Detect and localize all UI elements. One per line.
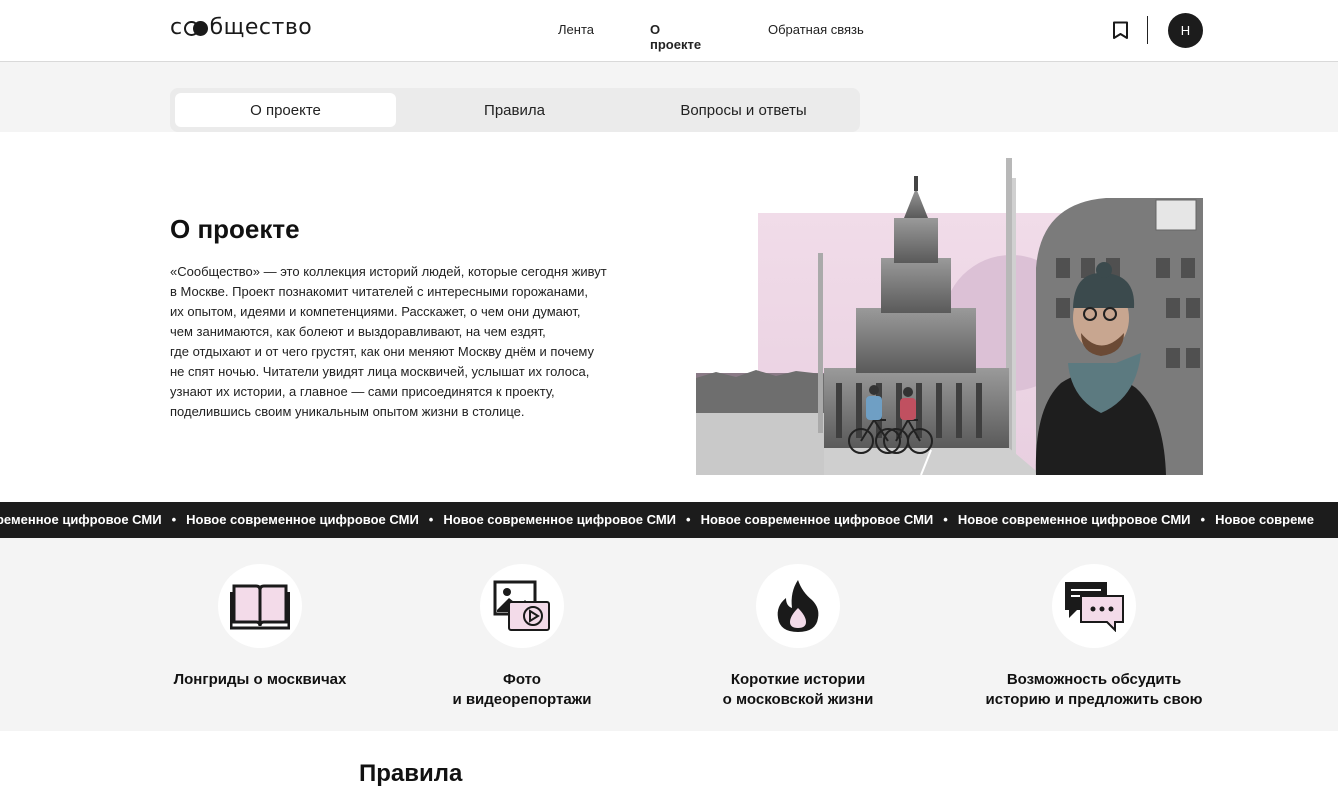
- feature-label-line: и видеорепортажи: [452, 691, 592, 708]
- logo-rings-icon: [183, 18, 210, 38]
- feature-label-line: о московской жизни: [722, 691, 874, 708]
- header-divider: [1147, 16, 1148, 44]
- book-icon: [230, 584, 290, 630]
- feature-label: Короткие истории о московской жизни: [668, 670, 928, 710]
- about-line: узнают их истории, а главное — сами прис…: [170, 384, 555, 399]
- chat-icon: [1065, 582, 1124, 632]
- feature-icon-circle: [480, 564, 564, 648]
- news-ticker: временное цифровое СМИ • Новое современное…: [0, 502, 1338, 538]
- ticker-item: Новое современное цифровое СМИ: [700, 512, 934, 527]
- ticker-separator: •: [943, 512, 948, 527]
- feature-label: Фото и видеорепортажи: [392, 670, 652, 710]
- tab-about[interactable]: О проекте: [175, 93, 396, 127]
- ticker-item: временное цифровое СМИ: [0, 512, 162, 527]
- about-line: чем занимаются, как болеют и выздоравлив…: [170, 324, 546, 339]
- about-title: О проекте: [170, 214, 300, 244]
- feature-label-line: историю и предложить свою: [985, 691, 1203, 708]
- about-line: поделившись своим уникальным опытом жизн…: [170, 404, 525, 419]
- ticker-item: Новое совреме: [1215, 512, 1315, 527]
- logo-prefix: с: [170, 15, 183, 40]
- feature-label: Лонгриды о москвичах: [130, 670, 390, 690]
- ticker-separator: •: [171, 512, 177, 527]
- feature-icon-circle: [1052, 564, 1136, 648]
- feature-icon-circle: [756, 564, 840, 648]
- feature-label-line: Фото: [503, 671, 541, 688]
- tab-rules[interactable]: Правила: [404, 93, 625, 127]
- about-line: их опытом, идеями и компетенциями. Расск…: [170, 304, 581, 319]
- nav-about[interactable]: О проекте: [650, 22, 701, 52]
- feature-short-stories: Короткие истории о московской жизни: [668, 564, 928, 710]
- ticker-separator: •: [686, 512, 691, 527]
- feature-icon-circle: [218, 564, 302, 648]
- feature-label-line: Лонгриды о москвичах: [173, 671, 347, 688]
- features-section: Лонгриды о москвичах Фото и видеорепорта…: [0, 538, 1338, 731]
- about-line: где отдыхают и от чего грустят, как они …: [170, 344, 595, 359]
- feature-longreads: Лонгриды о москвичах: [130, 564, 390, 690]
- about-line: «Сообщество» — это коллекция историй люд…: [170, 264, 607, 279]
- feature-label: Возможность обсудить историю и предложит…: [964, 670, 1224, 710]
- site-logo[interactable]: с бщество: [170, 15, 312, 40]
- ticker-separator: •: [428, 512, 434, 527]
- photo-video-icon: [493, 580, 550, 631]
- about-text: «Сообщество» — это коллекция историй люд…: [170, 262, 650, 422]
- feature-label-line: Короткие истории: [730, 671, 866, 688]
- about-line: не спят ночью. Читатели увидят лица моск…: [170, 364, 590, 379]
- about-line: в Москве. Проект познакомит читателей с …: [170, 284, 588, 299]
- feature-photo-video: Фото и видеорепортажи: [392, 564, 652, 710]
- section-tabs: О проекте Правила Вопросы и ответы: [170, 88, 860, 132]
- ticker-item: Новое современное цифровое СМИ: [443, 512, 677, 527]
- ticker-item: Новое современное цифровое СМИ: [186, 512, 419, 527]
- user-avatar[interactable]: Н: [1168, 13, 1203, 48]
- fire-icon: [777, 580, 819, 632]
- ticker-track: временное цифровое СМИ • Новое современное…: [0, 512, 1314, 527]
- ticker-item: Новое современное цифровое СМИ: [957, 512, 1191, 527]
- logo-suffix: бщество: [209, 15, 313, 40]
- tab-faq[interactable]: Вопросы и ответы: [633, 93, 854, 127]
- feature-label-line: Возможность обсудить: [1006, 671, 1182, 688]
- rules-title: Правила: [359, 760, 463, 787]
- feature-discuss: Возможность обсудить историю и предложит…: [964, 564, 1224, 710]
- bookmark-icon[interactable]: [1112, 21, 1129, 40]
- nav-feed[interactable]: Лента: [558, 22, 594, 37]
- hero-collage-image: [696, 158, 1203, 475]
- top-header: с бщество Лента О проекте Обратная связь…: [0, 0, 1338, 62]
- ticker-separator: •: [1200, 512, 1206, 527]
- nav-feedback[interactable]: Обратная связь: [768, 22, 864, 37]
